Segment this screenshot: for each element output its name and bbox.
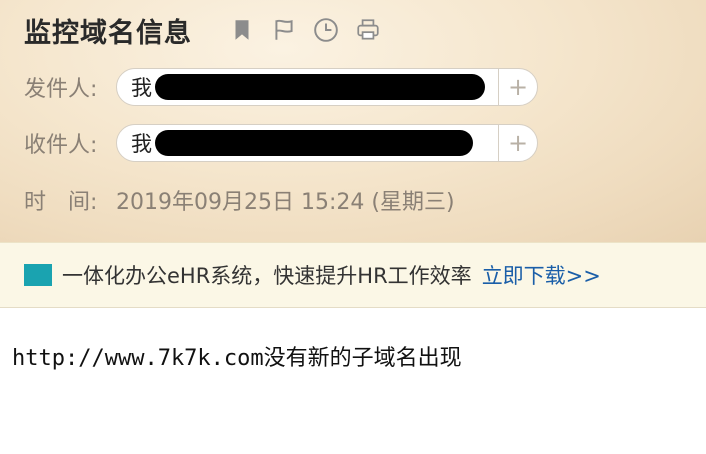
email-body: http://www.7k7k.com没有新的子域名出现: [12, 340, 462, 372]
redaction-mark: [155, 74, 485, 100]
header-toolbar: [228, 16, 382, 44]
add-recipient-button[interactable]: +: [498, 125, 537, 161]
from-label: 发件人:: [24, 77, 98, 102]
body-message: 没有新的子域名出现: [263, 346, 462, 371]
time-value: 2019年09月25日 15:24 (星期三): [116, 190, 455, 215]
to-label: 收件人:: [24, 133, 98, 158]
flag-icon[interactable]: [270, 16, 298, 44]
email-subject: 监控域名信息: [24, 17, 192, 49]
ad-logo: [24, 264, 52, 286]
body-url: http://www.7k7k.com: [12, 346, 264, 371]
from-field[interactable]: 我 +: [116, 68, 538, 106]
ad-text: 一体化办公eHR系统，快速提升HR工作效率: [62, 264, 472, 288]
clock-icon[interactable]: [312, 16, 340, 44]
time-row: 时 间: 2019年09月25日 15:24 (星期三): [24, 184, 455, 216]
ad-download-link[interactable]: 立即下载>>: [482, 260, 601, 290]
add-sender-button[interactable]: +: [498, 69, 537, 105]
time-label: 时 间:: [24, 190, 98, 215]
title-row: 监控域名信息: [24, 10, 382, 50]
to-value: 我: [117, 128, 498, 158]
print-icon[interactable]: [354, 16, 382, 44]
bookmark-icon[interactable]: [228, 16, 256, 44]
ad-banner: 一体化办公eHR系统，快速提升HR工作效率 立即下载>>: [0, 242, 706, 308]
from-value: 我: [117, 72, 498, 102]
to-row: 收件人: 我 +: [24, 124, 538, 162]
redaction-mark: [155, 130, 473, 156]
from-row: 发件人: 我 +: [24, 68, 538, 106]
to-field[interactable]: 我 +: [116, 124, 538, 162]
email-header: 监控域名信息 发件人: 我 + 收件人: 我 + 时 间: 2019年09月25…: [0, 0, 706, 242]
